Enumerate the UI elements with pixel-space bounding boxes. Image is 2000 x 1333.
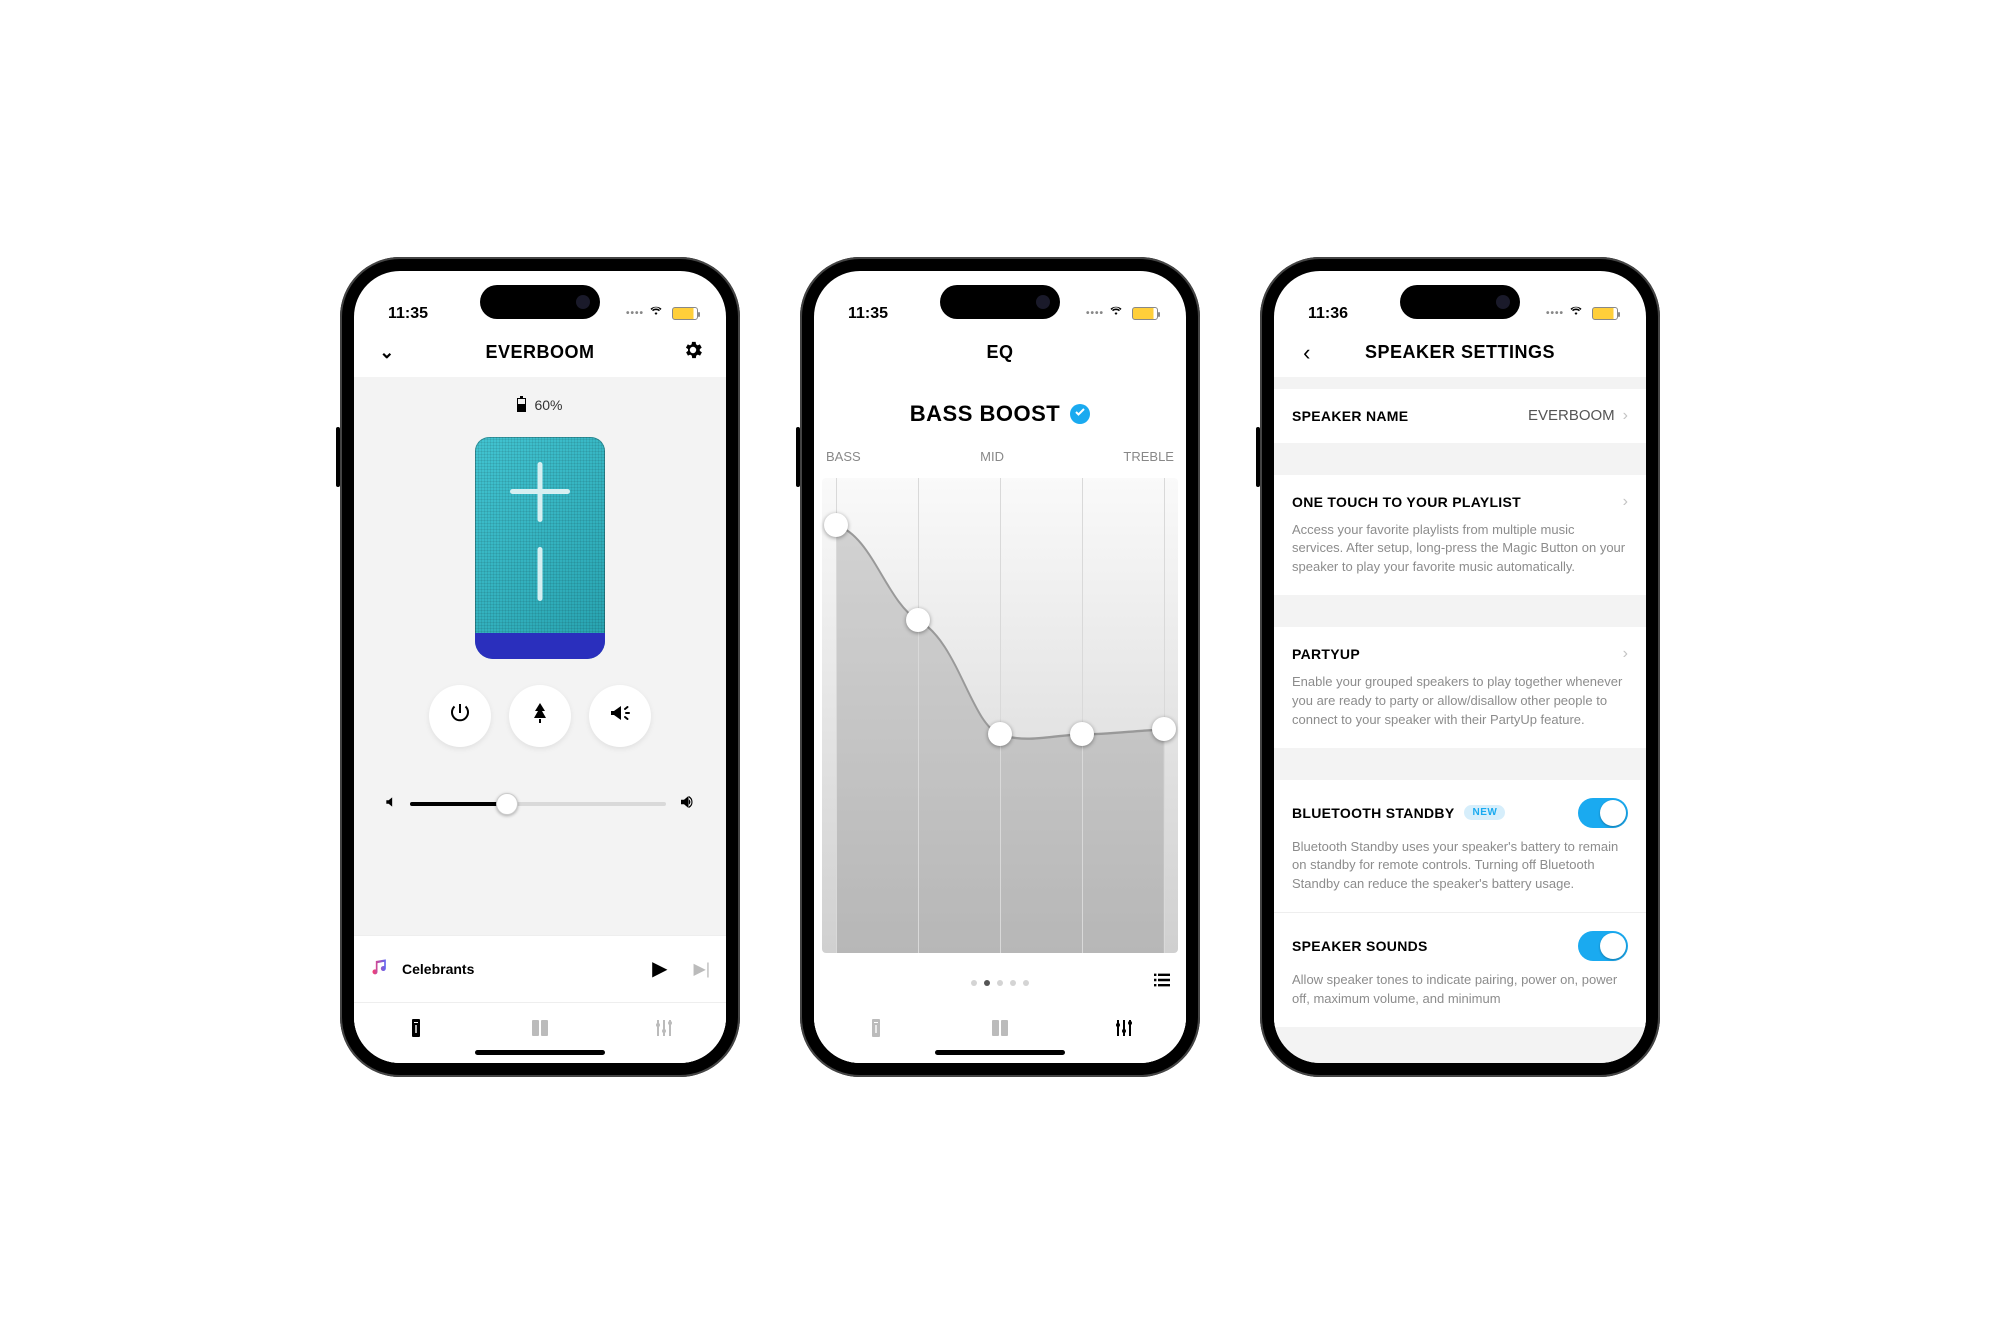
page-title: EQ — [986, 342, 1013, 363]
speaker-sounds-label: SPEAKER SOUNDS — [1292, 938, 1428, 954]
next-icon: ▶| — [694, 961, 710, 978]
status-time: 11:36 — [1308, 305, 1348, 323]
eq-slider-4[interactable] — [1070, 722, 1094, 746]
eq-band-treble-label: TREBLE — [1123, 449, 1174, 464]
now-playing-title: Celebrants — [402, 961, 640, 977]
wifi-icon — [650, 305, 666, 323]
wifi-icon — [1570, 305, 1586, 323]
gear-icon — [682, 339, 704, 366]
nav-header: ⌄ EVERBOOM — [354, 329, 726, 377]
dynamic-island — [1400, 285, 1520, 319]
tab-partyup[interactable] — [988, 1016, 1012, 1045]
chevron-right-icon: › — [1623, 407, 1628, 425]
one-touch-desc: Access your favorite playlists from mult… — [1292, 521, 1628, 578]
volume-slider[interactable] — [410, 802, 666, 806]
power-button[interactable] — [429, 685, 491, 747]
bt-standby-desc: Bluetooth Standby uses your speaker's ba… — [1292, 838, 1628, 895]
dynamic-island — [480, 285, 600, 319]
wifi-icon — [1110, 305, 1126, 323]
partyup-label: PARTYUP — [1292, 646, 1360, 662]
speaker-sounds-desc: Allow speaker tones to indicate pairing,… — [1292, 971, 1628, 1009]
nav-header: EQ — [814, 329, 1186, 377]
cell-speaker-sounds: SPEAKER SOUNDS Allow speaker tones to in… — [1274, 913, 1646, 1027]
eq-slider-1[interactable] — [824, 513, 848, 537]
volume-low-icon — [384, 795, 398, 814]
music-app-icon — [370, 956, 390, 981]
next-button[interactable]: ▶| — [694, 959, 710, 979]
power-icon — [448, 701, 472, 731]
megaphone-icon — [608, 701, 632, 731]
speaker-name-label: SPEAKER NAME — [1292, 408, 1408, 424]
bt-standby-toggle[interactable] — [1578, 798, 1628, 828]
settings-button[interactable] — [678, 339, 708, 366]
battery-icon — [1592, 307, 1618, 320]
home-indicator — [935, 1050, 1065, 1055]
eq-band-mid-label: MID — [980, 449, 1004, 464]
chevron-left-icon: ‹ — [1303, 340, 1311, 366]
page-indicator[interactable] — [971, 980, 1029, 986]
tab-partyup[interactable] — [528, 1016, 552, 1045]
preset-active-badge — [1070, 404, 1090, 424]
list-icon — [1152, 975, 1172, 992]
eq-graph — [822, 478, 1178, 953]
speaker-sounds-toggle[interactable] — [1578, 931, 1628, 961]
outdoor-mode-button[interactable] — [589, 685, 651, 747]
speaker-image[interactable] — [475, 437, 605, 659]
home-indicator — [475, 1050, 605, 1055]
chevron-down-icon: ⌄ — [379, 342, 395, 363]
nav-header: ‹ SPEAKER SETTINGS — [1274, 329, 1646, 377]
check-icon — [1074, 405, 1086, 423]
chevron-right-icon: › — [1623, 493, 1628, 511]
eq-preset-name: BASS BOOST — [910, 401, 1060, 427]
magic-button[interactable] — [509, 685, 571, 747]
bt-standby-label: BLUETOOTH STANDBY — [1292, 805, 1454, 821]
volume-high-icon — [678, 793, 696, 816]
cell-partyup[interactable]: PARTYUP › Enable your grouped speakers t… — [1274, 627, 1646, 748]
tab-speaker[interactable] — [864, 1016, 888, 1045]
speaker-name-value: EVERBOOM — [1528, 407, 1615, 424]
preset-list-button[interactable] — [1152, 972, 1172, 993]
tree-icon — [528, 701, 552, 731]
new-badge: NEW — [1464, 805, 1505, 820]
page-title: EVERBOOM — [485, 342, 594, 363]
page-title: SPEAKER SETTINGS — [1365, 342, 1555, 363]
tab-eq[interactable] — [652, 1016, 676, 1045]
eq-slider-5[interactable] — [1152, 717, 1176, 741]
cellular-dots-icon: •••• — [1086, 308, 1104, 319]
eq-slider-3[interactable] — [988, 722, 1012, 746]
cellular-dots-icon: •••• — [626, 308, 644, 319]
play-button[interactable]: ▶ — [652, 956, 667, 981]
battery-icon — [672, 307, 698, 320]
now-playing-bar[interactable]: Celebrants ▶ ▶| — [354, 935, 726, 1003]
tab-eq[interactable] — [1112, 1016, 1136, 1045]
one-touch-label: ONE TOUCH TO YOUR PLAYLIST — [1292, 494, 1521, 510]
collapse-button[interactable]: ⌄ — [372, 342, 402, 363]
dynamic-island — [940, 285, 1060, 319]
status-time: 11:35 — [848, 305, 888, 323]
play-icon: ▶ — [652, 958, 667, 980]
eq-slider-2[interactable] — [906, 608, 930, 632]
cell-speaker-name[interactable]: SPEAKER NAME EVERBOOM › — [1274, 389, 1646, 443]
cell-one-touch-playlist[interactable]: ONE TOUCH TO YOUR PLAYLIST › Access your… — [1274, 475, 1646, 596]
cellular-dots-icon: •••• — [1546, 308, 1564, 319]
battery-icon — [1132, 307, 1158, 320]
chevron-right-icon: › — [1623, 645, 1628, 663]
status-time: 11:35 — [388, 305, 428, 323]
speaker-battery-icon — [517, 398, 526, 412]
cell-bluetooth-standby: BLUETOOTH STANDBY NEW Bluetooth Standby … — [1274, 780, 1646, 913]
speaker-battery-pct: 60% — [534, 397, 562, 413]
back-button[interactable]: ‹ — [1292, 340, 1322, 366]
tab-speaker[interactable] — [404, 1016, 428, 1045]
partyup-desc: Enable your grouped speakers to play tog… — [1292, 673, 1628, 730]
eq-band-bass-label: BASS — [826, 449, 861, 464]
